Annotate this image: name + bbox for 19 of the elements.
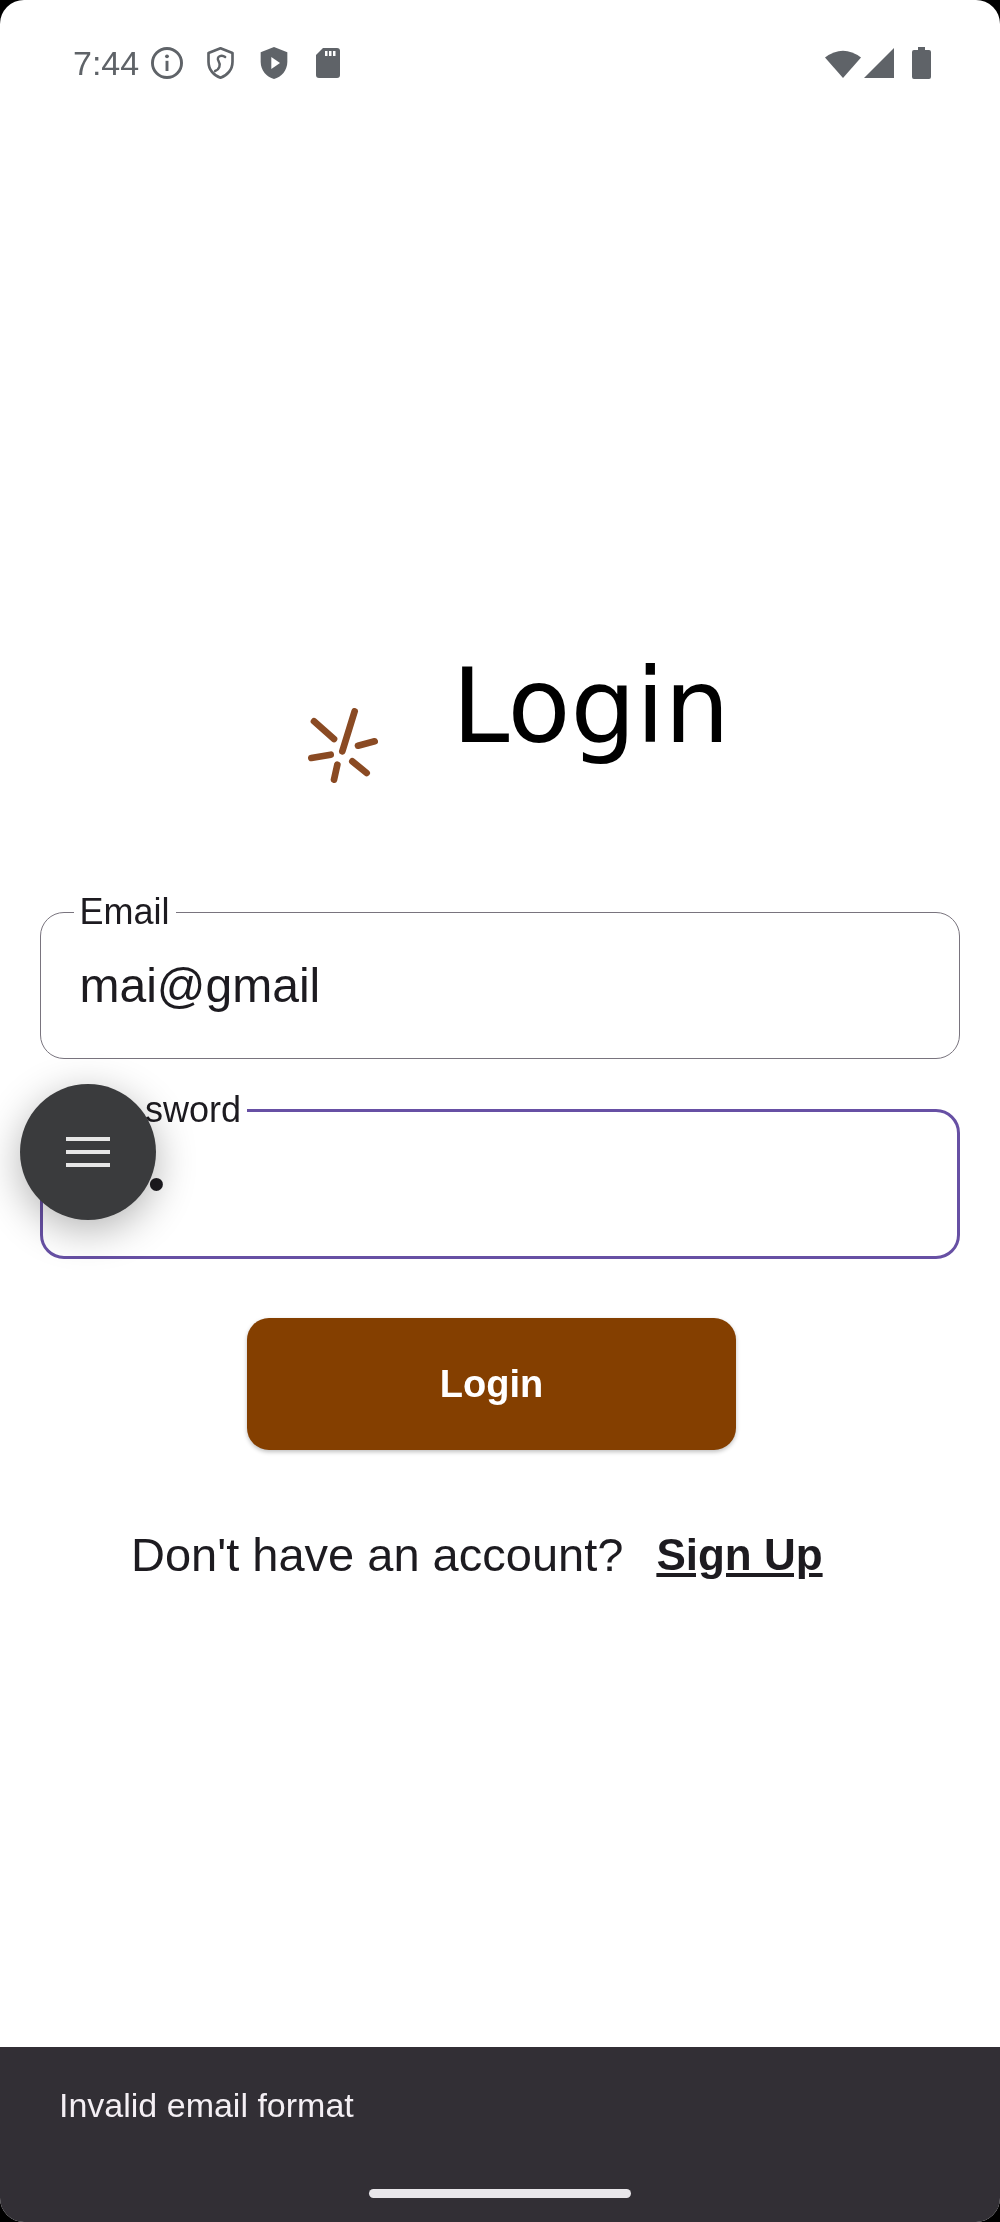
field-value: mai@gmail [79, 958, 321, 1014]
signup-link[interactable]: Sign Up [656, 1528, 823, 1582]
shield-play-icon [260, 47, 289, 79]
field-value: • [148, 1156, 165, 1212]
signal-icon [864, 48, 894, 78]
status-time: 7:44 [73, 43, 140, 83]
shield-icon [207, 47, 235, 79]
field-label: sword [144, 1089, 243, 1131]
snackbar-message: Invalid email format [59, 2086, 354, 2124]
sparkle-icon [308, 708, 378, 783]
page-title: Login [452, 645, 730, 768]
wifi-icon [825, 48, 861, 78]
battery-icon [912, 47, 931, 79]
field-label: Email [78, 891, 171, 933]
signup-prompt: Don't have an account? [131, 1528, 624, 1582]
login-button[interactable]: Login [247, 1318, 736, 1450]
sd-card-icon [316, 48, 341, 78]
menu-icon [66, 1137, 110, 1167]
info-icon [151, 47, 184, 79]
